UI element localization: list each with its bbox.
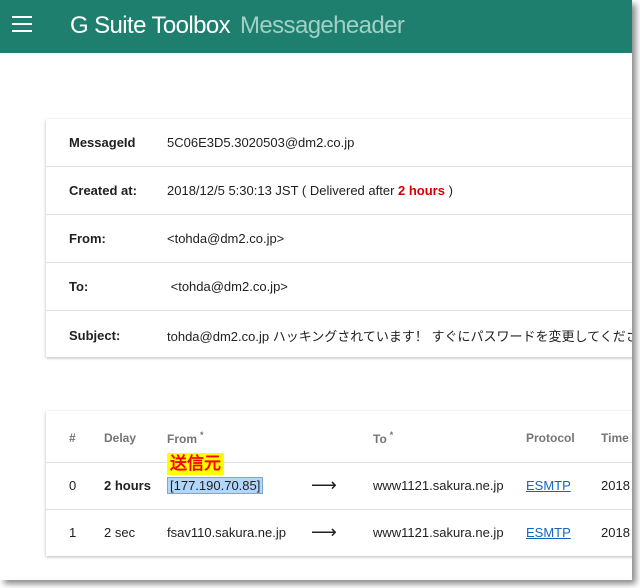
summary-row-created: Created at: 2018/12/5 5:30:13 JST ( Deli… xyxy=(46,167,632,215)
summary-value: <tohda@dm2.co.jp> xyxy=(167,231,285,246)
right-arrow-icon: ⟶ xyxy=(311,522,337,543)
delivery-delay: 2 hours xyxy=(398,183,445,198)
summary-row-messageid: MessageId 5C06E3D5.3020503@dm2.co.jp xyxy=(46,119,632,167)
message-summary-card: MessageId 5C06E3D5.3020503@dm2.co.jp Cre… xyxy=(46,119,632,357)
summary-value: 5C06E3D5.3020503@dm2.co.jp xyxy=(167,135,355,150)
summary-value: 2018/12/5 5:30:13 JST ( Delivered after … xyxy=(167,183,453,198)
col-header-to-label: To xyxy=(373,432,387,447)
hop-delay: 2 sec xyxy=(104,525,136,541)
summary-value: <tohda@dm2.co.jp> xyxy=(167,279,288,294)
app-subtitle: Messageheader xyxy=(240,12,405,39)
hop-from-selected-ip[interactable]: [177.190.70.85] xyxy=(167,477,264,494)
col-header-from-label: From xyxy=(167,432,197,447)
app-window: G Suite Toolbox Messageheader MessageId 5… xyxy=(0,0,632,580)
hop-protocol: ESMTP xyxy=(526,462,601,510)
col-header-time[interactable]: Time xyxy=(601,411,632,463)
hop-from: fsav110.sakura.ne.jp xyxy=(167,525,286,541)
right-arrow-icon: ⟶ xyxy=(307,462,373,510)
hop-num: 1 xyxy=(69,525,77,541)
hop-protocol: ESMTP xyxy=(526,509,601,556)
col-header-arrow xyxy=(307,411,373,463)
summary-row-from: From: <tohda@dm2.co.jp> xyxy=(46,215,632,263)
hop-num: 0 xyxy=(46,462,104,510)
hop-to: www1121.sakura.ne.jp xyxy=(373,525,504,541)
summary-label: To: xyxy=(69,279,89,294)
hop-to: www1121.sakura.ne.jp xyxy=(373,462,526,510)
hop-time: 2018 xyxy=(601,525,630,541)
app-title-text: G Suite Toolbox xyxy=(70,12,231,39)
hop-time: 2018 xyxy=(601,462,632,510)
table-row: 0 2 hours [177.190.70.85] ⟶ www1121.saku… xyxy=(46,462,632,510)
summary-label: Subject: xyxy=(69,327,121,343)
col-header-num[interactable]: # xyxy=(46,411,104,463)
from-star-marker: * xyxy=(200,430,204,441)
protocol-link[interactable]: ESMTP xyxy=(526,525,571,540)
summary-row-to: To: <tohda@dm2.co.jp> xyxy=(46,263,632,311)
hops-table: # Delay From * To * Protocol Time 0 2 hour… xyxy=(46,411,632,556)
hamburger-menu-icon[interactable] xyxy=(12,16,32,32)
col-header-protocol[interactable]: Protocol xyxy=(526,411,601,463)
created-timestamp: 2018/12/5 5:30:13 JST ( Delivered after xyxy=(167,183,399,198)
summary-row-subject: Subject: tohda@dm2.co.jp ハッキングされています！ すぐ… xyxy=(46,311,632,359)
table-row: 1 2 sec fsav110.sakura.ne.jp ⟶ www1121.s… xyxy=(46,509,632,556)
protocol-link[interactable]: ESMTP xyxy=(526,478,571,493)
created-suffix: ) xyxy=(444,183,453,198)
col-header-to[interactable]: To * xyxy=(373,411,526,463)
to-star-marker: * xyxy=(389,430,394,441)
summary-label: Created at: xyxy=(69,183,137,198)
hops-card: # Delay From * To * Protocol Time 0 2 hour… xyxy=(46,411,632,556)
app-topbar: G Suite Toolbox Messageheader xyxy=(0,0,632,53)
col-header-delay[interactable]: Delay xyxy=(104,411,167,463)
summary-label: MessageId xyxy=(69,135,136,150)
hop-delay: 2 hours xyxy=(104,462,167,510)
app-title: G Suite Toolbox Messageheader xyxy=(70,12,405,40)
sender-annotation-label: 送信元 xyxy=(167,453,224,475)
summary-value: tohda@dm2.co.jp ハッキングされています！ すぐにパスワードを変更… xyxy=(167,328,632,344)
summary-label: From: xyxy=(69,231,106,246)
hops-header-row: # Delay From * To * Protocol Time xyxy=(46,411,632,463)
